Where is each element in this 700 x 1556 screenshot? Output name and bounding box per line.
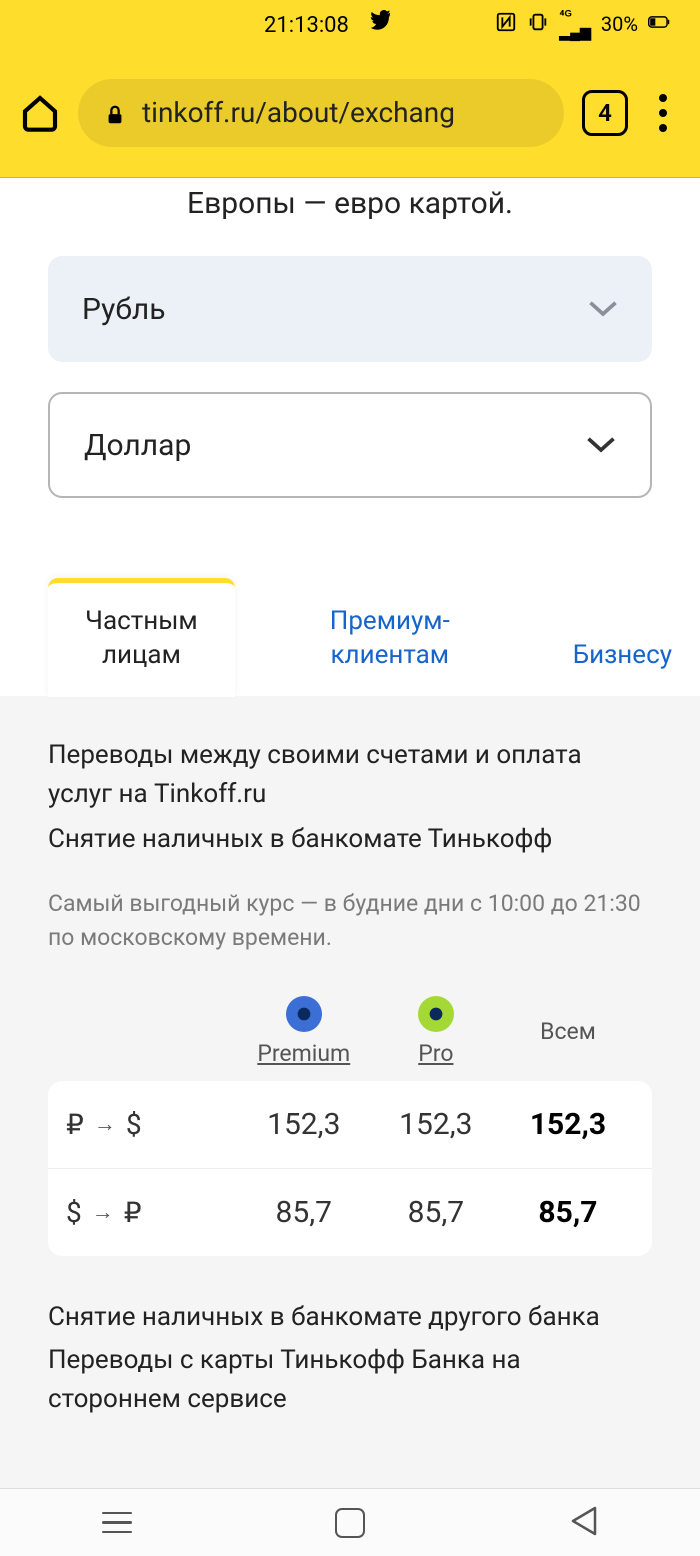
- address-bar[interactable]: tinkoff.ru/about/exchang: [78, 79, 564, 147]
- battery-icon: [648, 11, 670, 38]
- tab-premium-label: Премиум-клиентам: [330, 606, 450, 670]
- status-center: 21:13:08: [30, 10, 495, 38]
- currency-to-label: Доллар: [84, 428, 191, 463]
- home-button[interactable]: [335, 1508, 365, 1538]
- page-content: Европы — евро картой. Рубль Доллар Частн…: [0, 178, 700, 1540]
- rates-table: ₽ → $ 152,3 152,3 152,3 $ → ₽ 85,7 85,7: [48, 1081, 652, 1256]
- section-desc-2: Снятие наличных в банкомате Тинькофф: [48, 820, 652, 859]
- rate-pro: 85,7: [370, 1195, 502, 1230]
- lock-icon: [104, 100, 126, 126]
- section-fine-print: Самый выгодный курс — в будние дни с 10:…: [48, 887, 652, 956]
- after-desc-1: Снятие наличных в банкомате другого банк…: [48, 1298, 652, 1337]
- currency-from-select[interactable]: Рубль: [48, 256, 652, 362]
- rate-premium: 152,3: [238, 1107, 370, 1142]
- tab-count-value: 4: [598, 99, 612, 127]
- home-icon[interactable]: [20, 93, 60, 133]
- status-bar: 21:13:08 ⁴ᴳ▂▄▆ 30%: [0, 0, 700, 48]
- all-label: Всем: [540, 1018, 596, 1045]
- recents-button[interactable]: [102, 1512, 132, 1534]
- twitter-icon: [369, 13, 391, 38]
- rates-section: Переводы между своими счетами и оплата у…: [0, 696, 700, 1539]
- rate-row-usd-rub: $ → ₽ 85,7 85,7 85,7: [48, 1169, 652, 1256]
- arrow-right-icon: →: [94, 1111, 116, 1137]
- from-symbol: ₽: [66, 1108, 84, 1141]
- overflow-menu[interactable]: [646, 94, 680, 132]
- rate-pro: 152,3: [370, 1107, 502, 1142]
- rate-all: 85,7: [502, 1195, 634, 1230]
- nfc-icon: [495, 11, 517, 38]
- to-symbol: $: [126, 1108, 142, 1141]
- subtitle-text: Европы — евро картой.: [0, 178, 700, 256]
- url-text: tinkoff.ru/about/exchang: [142, 96, 455, 129]
- battery-text: 30%: [601, 12, 638, 36]
- clock: 21:13:08: [264, 13, 349, 38]
- from-symbol: $: [66, 1196, 82, 1229]
- chevron-down-icon: [588, 300, 618, 318]
- arrow-right-icon: →: [92, 1199, 114, 1225]
- currency-from-label: Рубль: [82, 292, 166, 327]
- back-button[interactable]: [568, 1506, 598, 1540]
- tab-personal[interactable]: Частным лицам: [48, 578, 235, 697]
- pro-label: Pro: [418, 1040, 453, 1067]
- premium-plan-icon: [286, 996, 322, 1032]
- vibrate-icon: [527, 11, 549, 38]
- status-icons: ⁴ᴳ▂▄▆ 30%: [495, 7, 670, 41]
- tab-switcher[interactable]: 4: [582, 90, 628, 136]
- rate-premium: 85,7: [238, 1195, 370, 1230]
- pro-plan-icon: [418, 996, 454, 1032]
- browser-toolbar: tinkoff.ru/about/exchang 4: [0, 48, 700, 178]
- signal-4g-icon: ⁴ᴳ▂▄▆: [559, 7, 590, 41]
- plan-all-header: Всем: [502, 1018, 634, 1045]
- chevron-down-icon: [586, 436, 616, 454]
- tab-premium[interactable]: Премиум-клиентам: [283, 583, 497, 697]
- system-nav-bar: [0, 1488, 700, 1556]
- premium-label: Premium: [257, 1040, 350, 1067]
- rate-row-rub-usd: ₽ → $ 152,3 152,3 152,3: [48, 1081, 652, 1169]
- plan-pro-header[interactable]: Pro: [370, 996, 502, 1067]
- tabs-container: Частным лицам Премиум-клиентам Бизнесу П…: [0, 578, 700, 1540]
- tab-business[interactable]: Бизнесу: [545, 617, 700, 697]
- tab-business-label: Бизнесу: [573, 640, 672, 670]
- rate-all: 152,3: [502, 1107, 634, 1142]
- tab-personal-label: Частным лицам: [85, 606, 198, 670]
- rates-header: Premium Pro Всем: [48, 996, 652, 1081]
- rate-direction: $ → ₽: [66, 1196, 238, 1229]
- rate-direction: ₽ → $: [66, 1108, 238, 1141]
- after-desc-2: Переводы с карты Тинькофф Банка на сторо…: [48, 1341, 652, 1419]
- section-desc-1: Переводы между своими счетами и оплата у…: [48, 736, 652, 814]
- plan-premium-header[interactable]: Premium: [238, 996, 370, 1067]
- to-symbol: ₽: [124, 1196, 142, 1229]
- currency-to-select[interactable]: Доллар: [48, 392, 652, 498]
